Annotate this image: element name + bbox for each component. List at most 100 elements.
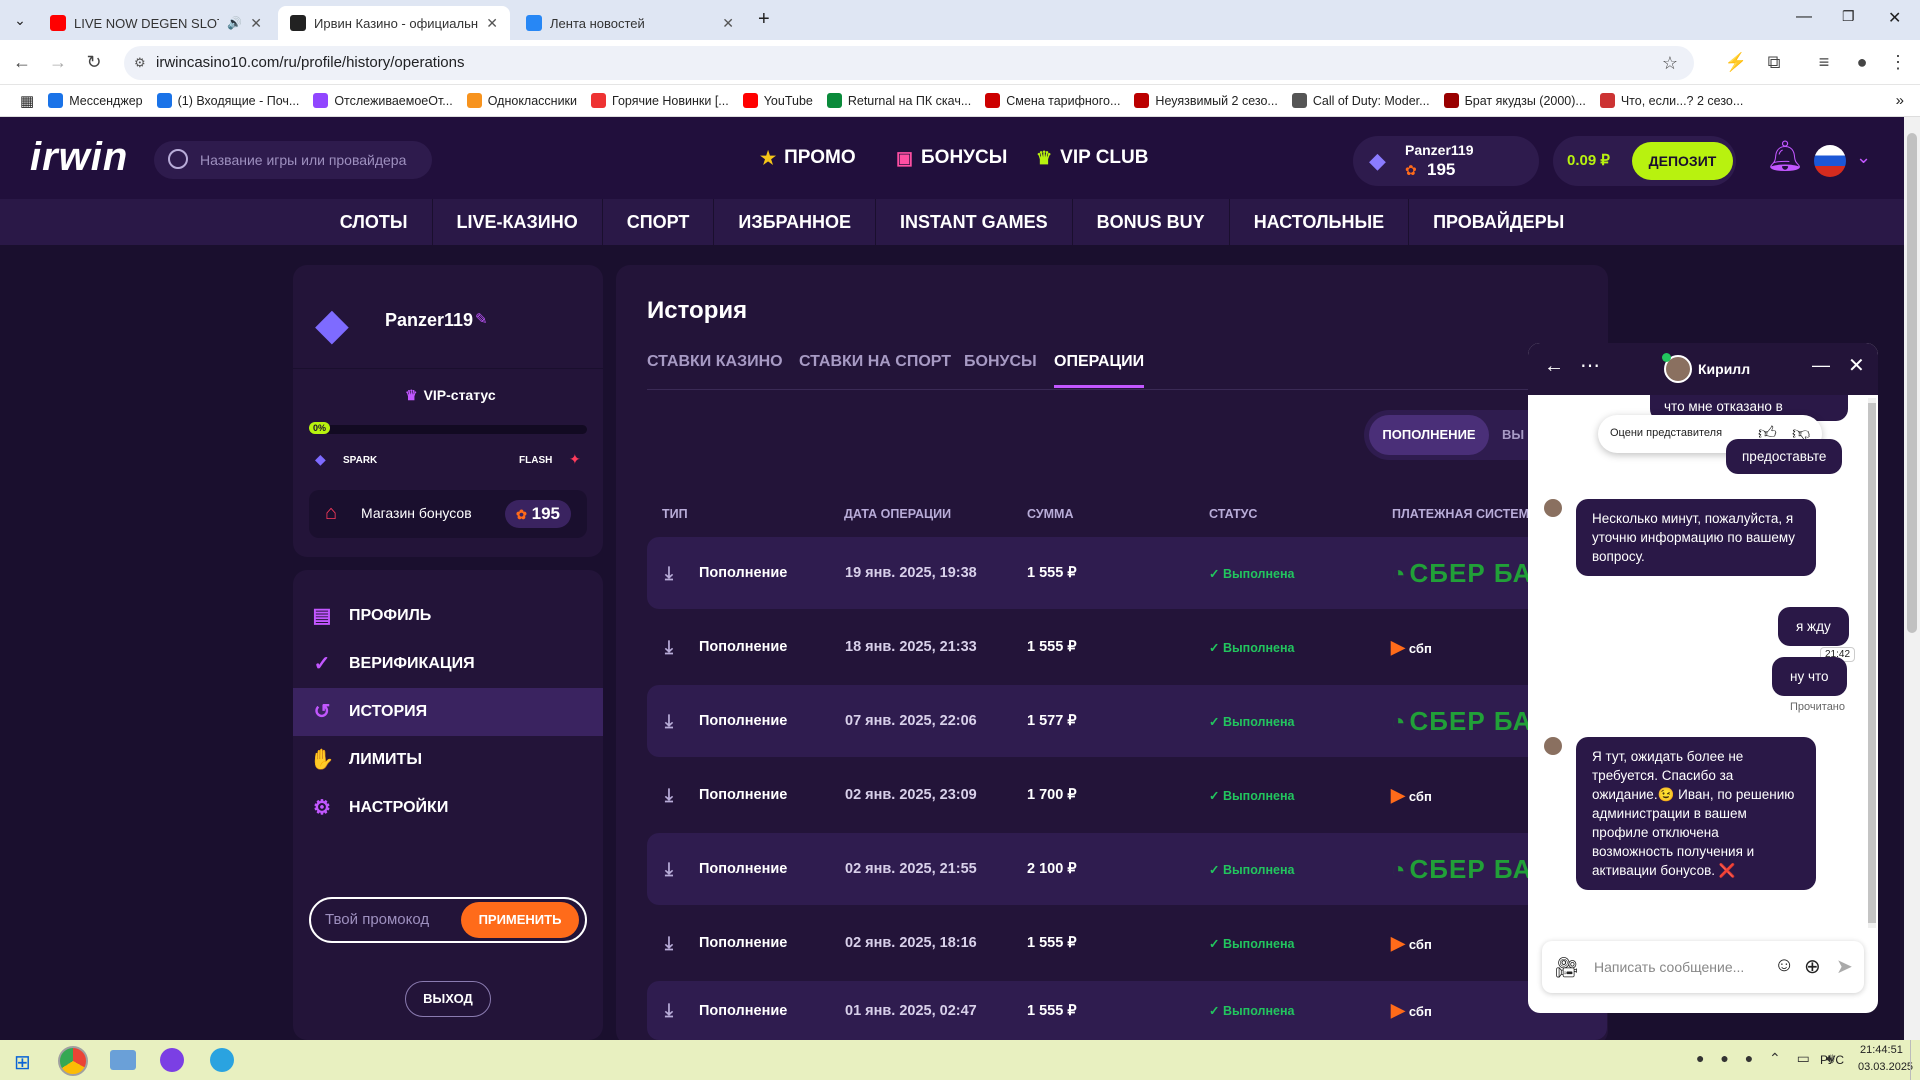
browser-menu-icon[interactable]: ⋮ bbox=[1886, 50, 1910, 74]
show-desktop[interactable] bbox=[1910, 1040, 1920, 1080]
address-bar[interactable]: ⚙ irwincasino10.com/ru/profile/history/o… bbox=[124, 46, 1694, 80]
toggle-deposit[interactable]: ПОПОЛНЕНИЕ bbox=[1369, 415, 1489, 455]
forward-icon[interactable]: → bbox=[46, 50, 70, 74]
video-call-icon[interactable]: 🎥︎ bbox=[1554, 955, 1579, 980]
table-row[interactable]: ⤓ Пополнение 19 янв. 2025, 19:38 1 555 ₽ ✓ В… bbox=[647, 537, 1607, 609]
bookmark-item[interactable]: Одноклассники bbox=[466, 93, 577, 108]
toggle-withdraw[interactable]: ВЫ bbox=[1502, 415, 1524, 455]
chat-scrollbar-thumb[interactable] bbox=[1868, 403, 1876, 923]
browser-tab-irwin[interactable]: Ирвин Казино - официальный ✕ bbox=[278, 6, 510, 40]
menu-history[interactable]: ↺ ИСТОРИЯ bbox=[293, 688, 603, 736]
browser-tab-vk[interactable]: Лента новостей ✕ bbox=[514, 6, 746, 40]
chrome-taskbar-icon[interactable] bbox=[58, 1046, 88, 1076]
bookmark-item[interactable]: Брат якудзы (2000)... bbox=[1443, 93, 1586, 108]
bookmark-item[interactable]: Неуязвимый 2 сезо... bbox=[1134, 93, 1278, 108]
chat-scrollbar[interactable] bbox=[1868, 398, 1876, 928]
chat-more-icon[interactable]: ⋯ bbox=[1580, 353, 1600, 378]
bookmark-item[interactable]: Call of Duty: Moder... bbox=[1291, 93, 1430, 108]
profile-avatar-icon[interactable]: ● bbox=[1850, 50, 1874, 74]
chat-back-icon[interactable]: ← bbox=[1544, 355, 1564, 378]
nav-promo[interactable]: ★ ПРОМО bbox=[760, 147, 856, 169]
extensions-puzzle-icon[interactable]: ⧉ bbox=[1762, 50, 1786, 74]
table-row[interactable]: ⤓ Пополнение 02 янв. 2025, 23:09 1 700 ₽ ✓ В… bbox=[647, 759, 1607, 831]
bookmark-star-icon[interactable]: ☆ bbox=[1662, 46, 1678, 80]
minimize-window-icon[interactable]: — bbox=[1796, 8, 1812, 26]
chevron-down-icon[interactable]: ⌄ bbox=[1856, 147, 1871, 168]
cat-bonus-buy[interactable]: BONUS BUY bbox=[1073, 199, 1230, 245]
keyboard-language[interactable]: РУС bbox=[1820, 1053, 1844, 1067]
tab-operations[interactable]: ОПЕРАЦИИ bbox=[1054, 353, 1145, 388]
menu-settings[interactable]: ⚙ НАСТРОЙКИ bbox=[293, 784, 603, 832]
back-icon[interactable]: ← bbox=[10, 50, 34, 74]
telegram-taskbar-icon[interactable] bbox=[210, 1048, 234, 1072]
deposit-button[interactable]: ДЕПОЗИТ bbox=[1632, 142, 1733, 180]
tray-icons[interactable]: ● ● ● ⌃ ▭ 🔊︎ bbox=[1696, 1050, 1841, 1067]
close-tab-icon[interactable]: ✕ bbox=[486, 15, 498, 32]
bookmark-item[interactable]: Мессенджер bbox=[48, 93, 143, 108]
bookmark-item[interactable]: (1) Входящие - Поч... bbox=[156, 93, 299, 108]
logout-button[interactable]: ВЫХОД bbox=[405, 981, 491, 1017]
tab-bonuses[interactable]: БОНУСЫ bbox=[964, 353, 1037, 371]
page-scrollbar[interactable] bbox=[1904, 117, 1920, 1040]
speaker-icon[interactable]: 🔊 bbox=[227, 16, 242, 30]
media-control-icon[interactable]: ≡ bbox=[1812, 50, 1836, 74]
apply-promo-button[interactable]: ПРИМЕНИТЬ bbox=[461, 902, 579, 938]
bookmark-item[interactable]: YouTube bbox=[742, 93, 813, 108]
table-row[interactable]: ⤓ Пополнение 18 янв. 2025, 21:33 1 555 ₽ ✓ В… bbox=[647, 611, 1607, 683]
menu-verification[interactable]: ✓ ВЕРИФИКАЦИЯ bbox=[293, 640, 603, 688]
clock-date[interactable]: 03.03.2025 bbox=[1858, 1061, 1913, 1073]
promo-input[interactable]: Твой промокод bbox=[325, 911, 429, 928]
chat-close-icon[interactable]: ✕ bbox=[1848, 353, 1865, 378]
cat-sport[interactable]: СПОРТ bbox=[603, 199, 715, 245]
bookmark-item[interactable]: Смена тарифного... bbox=[985, 93, 1120, 108]
nav-vip-club[interactable]: ♛ VIP CLUB bbox=[1036, 147, 1148, 169]
browser-tab-youtube[interactable]: LIVE NOW DEGEN SLOTS 🔊 ✕ bbox=[38, 6, 274, 40]
tab-casino-bets[interactable]: СТАВКИ КАЗИНО bbox=[647, 353, 783, 371]
cat-instant-games[interactable]: INSTANT GAMES bbox=[876, 199, 1073, 245]
close-tab-icon[interactable]: ✕ bbox=[250, 15, 262, 32]
bookmark-item[interactable]: Returnal на ПК скач... bbox=[826, 93, 971, 108]
explorer-taskbar-icon[interactable] bbox=[110, 1050, 136, 1070]
tab-list-button[interactable]: ⌄ bbox=[8, 8, 32, 32]
cat-slots[interactable]: СЛОТЫ bbox=[316, 199, 433, 245]
extension-icon[interactable]: ⚡ bbox=[1724, 50, 1748, 74]
cat-providers[interactable]: ПРОВАЙДЕРЫ bbox=[1409, 199, 1588, 245]
apps-grid-icon[interactable]: ▦ bbox=[20, 92, 34, 110]
game-search-input[interactable]: Название игры или провайдера bbox=[154, 141, 432, 179]
attach-icon[interactable]: ⊕ bbox=[1804, 954, 1821, 979]
menu-limits[interactable]: ✋ ЛИМИТЫ bbox=[293, 736, 603, 784]
clock-time[interactable]: 21:44:51 bbox=[1860, 1044, 1903, 1056]
nav-bonuses[interactable]: ▣ БОНУСЫ bbox=[896, 147, 1007, 169]
cat-table-games[interactable]: НАСТОЛЬНЫЕ bbox=[1230, 199, 1410, 245]
user-badge[interactable]: ◆ Panzer119 ✿ 195 bbox=[1353, 136, 1539, 186]
menu-profile[interactable]: ▤ ПРОФИЛЬ bbox=[293, 592, 603, 640]
site-logo[interactable]: irwin bbox=[30, 135, 128, 180]
table-row[interactable]: ⤓ Пополнение 02 янв. 2025, 18:16 1 555 ₽ ✓ В… bbox=[647, 907, 1607, 979]
restore-window-icon[interactable]: ❐ bbox=[1842, 8, 1855, 25]
table-row[interactable]: ⤓ Пополнение 07 янв. 2025, 22:06 1 577 ₽ ✓ В… bbox=[647, 685, 1607, 757]
table-row[interactable]: ⤓ Пополнение 01 янв. 2025, 02:47 1 555 ₽ ✓ В… bbox=[647, 981, 1607, 1040]
bonus-shop-button[interactable]: ⌂ Магазин бонусов ✿ 195 bbox=[309, 490, 587, 538]
bookmark-item[interactable]: Что, если...? 2 сезо... bbox=[1599, 93, 1743, 108]
table-row[interactable]: ⤓ Пополнение 02 янв. 2025, 21:55 2 100 ₽ ✓ В… bbox=[647, 833, 1607, 905]
send-icon[interactable]: ➤ bbox=[1836, 954, 1853, 979]
site-info-icon[interactable]: ⚙ bbox=[134, 46, 146, 80]
emoji-icon[interactable]: ☺ bbox=[1774, 954, 1794, 977]
new-tab-button[interactable]: + bbox=[758, 8, 770, 31]
close-tab-icon[interactable]: ✕ bbox=[722, 15, 734, 32]
bell-icon[interactable]: 🔔︎ bbox=[1766, 139, 1804, 174]
chat-input[interactable]: Написать сообщение... bbox=[1594, 959, 1744, 975]
page-scrollbar-thumb[interactable] bbox=[1907, 133, 1917, 633]
tor-taskbar-icon[interactable] bbox=[160, 1048, 184, 1072]
bookmark-item[interactable]: Горячие Новинки [... bbox=[591, 93, 729, 108]
more-bookmarks-icon[interactable]: » bbox=[1896, 92, 1904, 109]
edit-icon[interactable]: ✎ bbox=[475, 310, 488, 328]
cat-favorites[interactable]: ИЗБРАННОЕ bbox=[714, 199, 876, 245]
bookmark-item[interactable]: ОтслеживаемоеОт... bbox=[313, 93, 453, 108]
language-flag-icon[interactable] bbox=[1814, 145, 1846, 177]
close-window-icon[interactable]: ✕ bbox=[1888, 8, 1901, 28]
cat-live-casino[interactable]: LIVE-КАЗИНО bbox=[433, 199, 603, 245]
windows-start-icon[interactable]: ⊞ bbox=[14, 1050, 31, 1075]
reload-icon[interactable]: ↻ bbox=[82, 50, 106, 74]
chat-minimize-icon[interactable]: — bbox=[1812, 355, 1830, 376]
